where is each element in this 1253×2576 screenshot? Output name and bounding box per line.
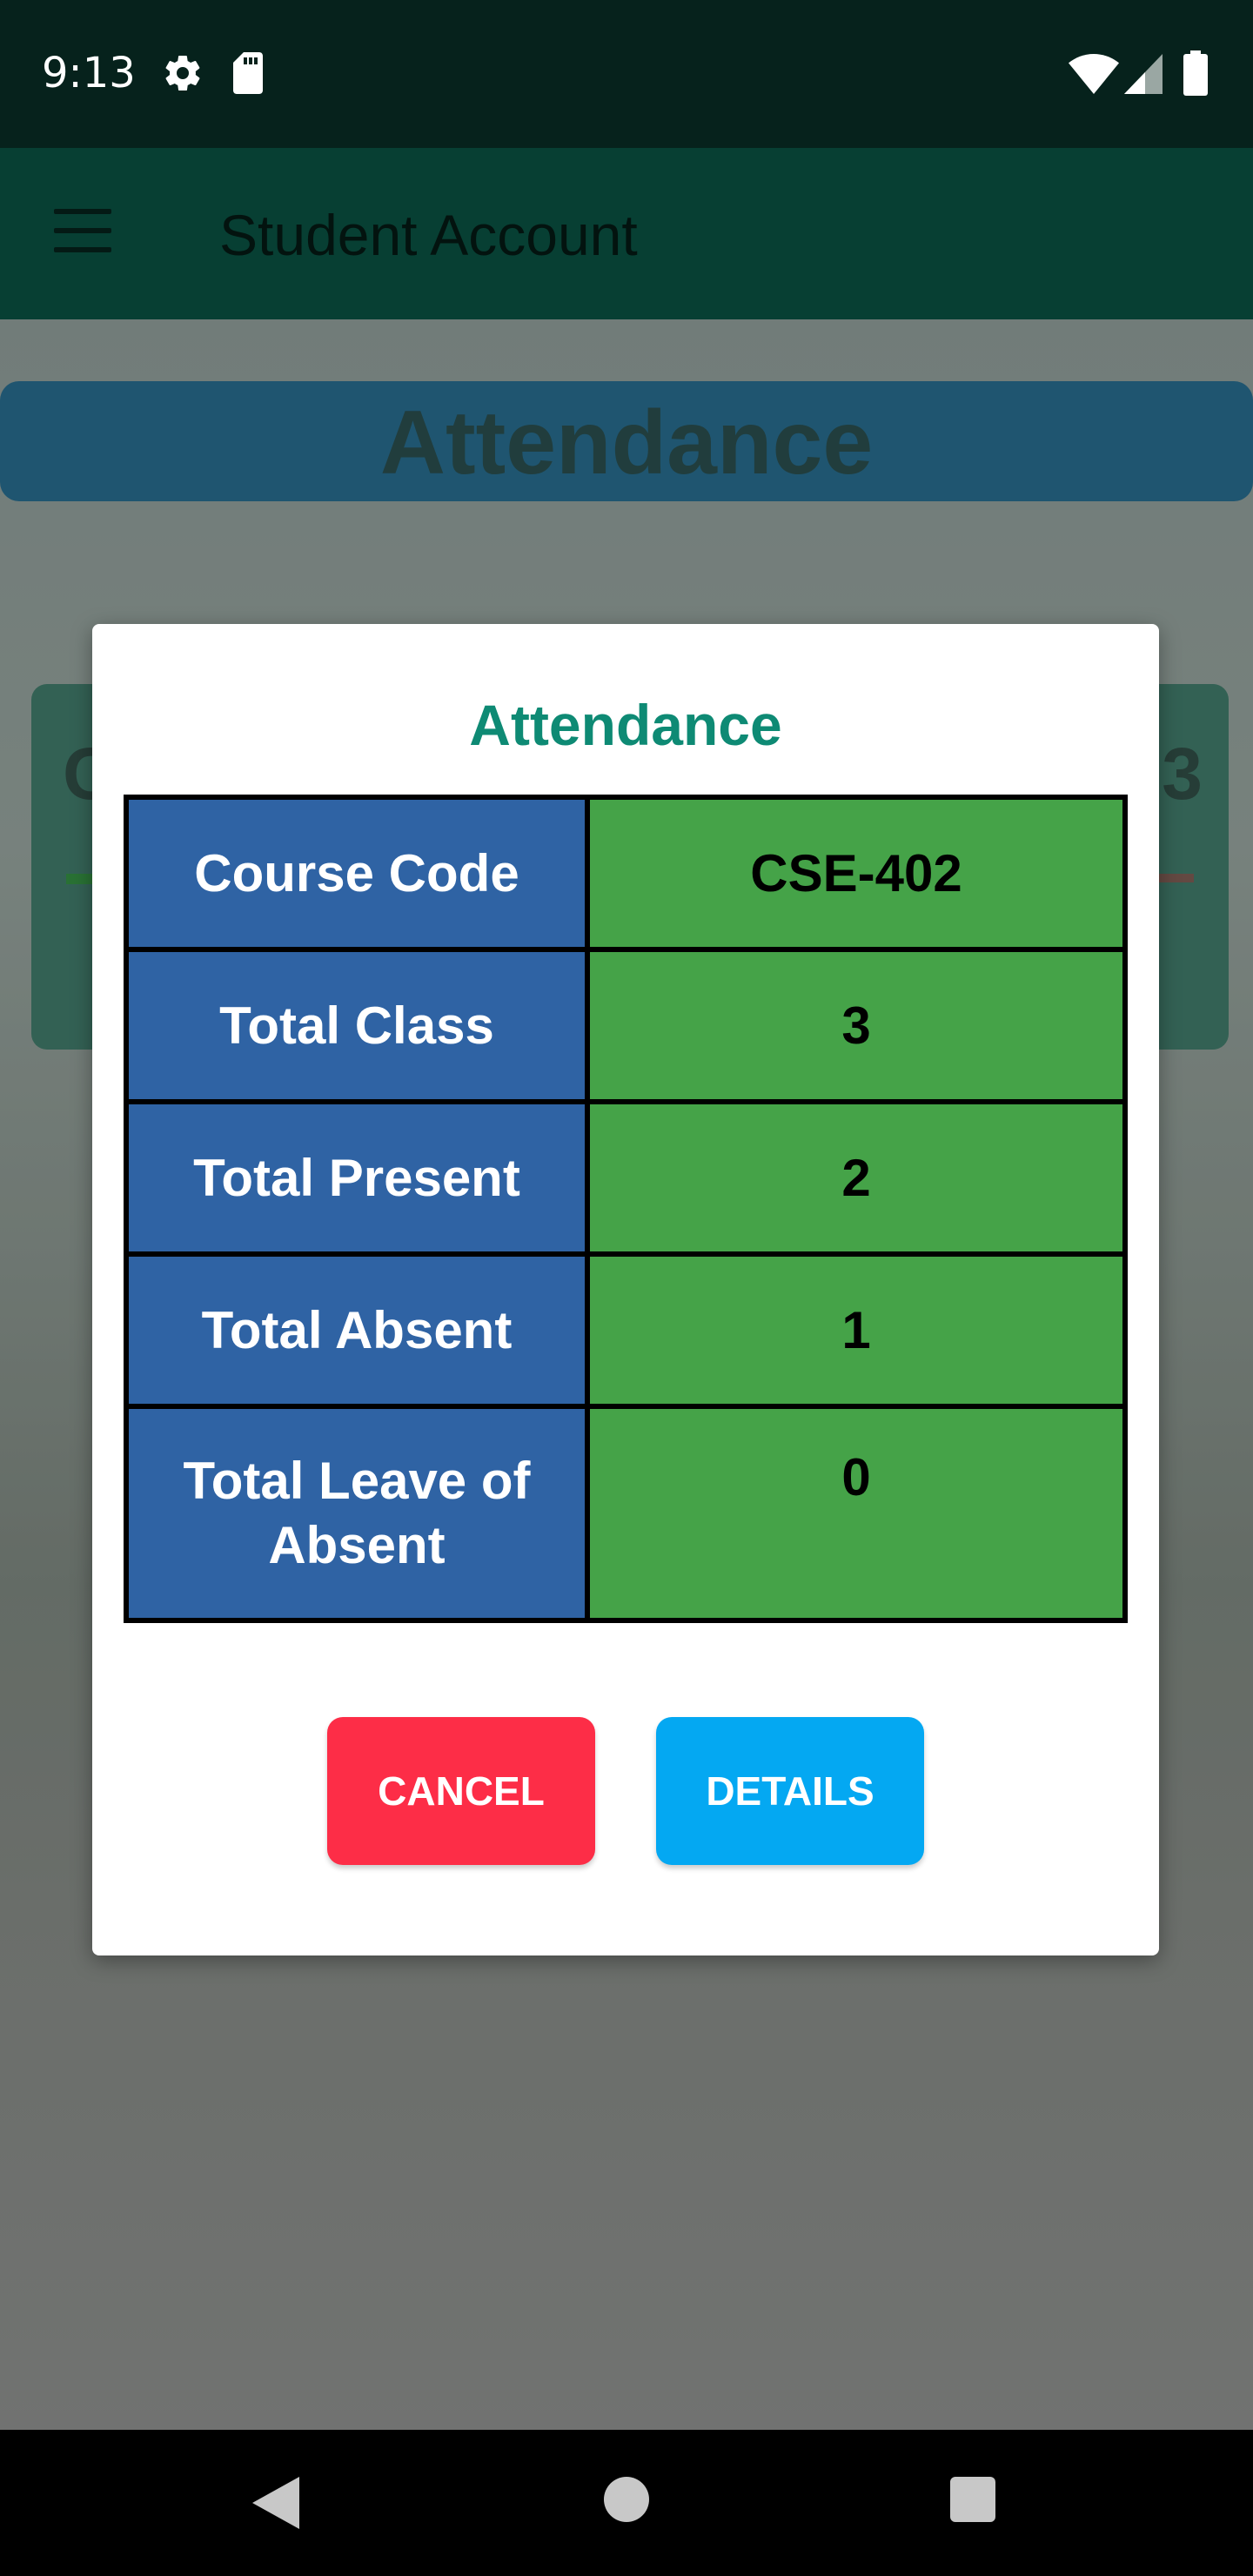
table-row: Total Absent 1	[124, 1251, 1128, 1409]
table-row: Total Class 3	[124, 947, 1128, 1104]
row-value-total-leave: 0	[585, 1404, 1128, 1623]
row-value-total-class: 3	[585, 947, 1128, 1104]
table-row: Total Present 2	[124, 1099, 1128, 1257]
gear-icon	[165, 56, 200, 91]
signal-icon	[1124, 54, 1163, 94]
row-value-total-absent: 1	[585, 1251, 1128, 1409]
attendance-table: Course Code CSE-402 Total Class 3 Total …	[124, 795, 1128, 1623]
attendance-dialog: Attendance Course Code CSE-402 Total Cla…	[92, 624, 1159, 1955]
row-label-total-absent: Total Absent	[124, 1251, 590, 1409]
row-label-total-class: Total Class	[124, 947, 590, 1104]
table-row: Total Leave of Absent 0	[124, 1404, 1128, 1623]
row-label-course-code: Course Code	[124, 795, 590, 952]
row-value-total-present: 2	[585, 1099, 1128, 1257]
cancel-button[interactable]: CANCEL	[327, 1717, 595, 1865]
screen: 9:13 Student Account Attendance C 3 Atte…	[0, 0, 1253, 2576]
app-title: Student Account	[219, 203, 638, 267]
home-icon[interactable]	[604, 2477, 649, 2522]
wifi-icon	[1069, 54, 1119, 94]
row-label-total-leave: Total Leave of Absent	[124, 1404, 590, 1623]
battery-icon	[1183, 50, 1208, 96]
app-bar: Student Account	[0, 148, 1253, 319]
back-icon[interactable]	[252, 2477, 299, 2529]
recents-icon[interactable]	[950, 2477, 995, 2522]
table-row: Course Code CSE-402	[124, 795, 1128, 952]
status-bar: 9:13	[0, 0, 1253, 148]
hamburger-menu-icon[interactable]	[54, 209, 115, 254]
navigation-bar	[0, 2430, 1253, 2576]
details-button[interactable]: DETAILS	[656, 1717, 924, 1865]
row-label-total-present: Total Present	[124, 1099, 590, 1257]
sd-card-icon	[233, 52, 263, 94]
dialog-title: Attendance	[469, 693, 782, 757]
row-value-course-code: CSE-402	[585, 795, 1128, 952]
status-time: 9:13	[42, 49, 136, 97]
